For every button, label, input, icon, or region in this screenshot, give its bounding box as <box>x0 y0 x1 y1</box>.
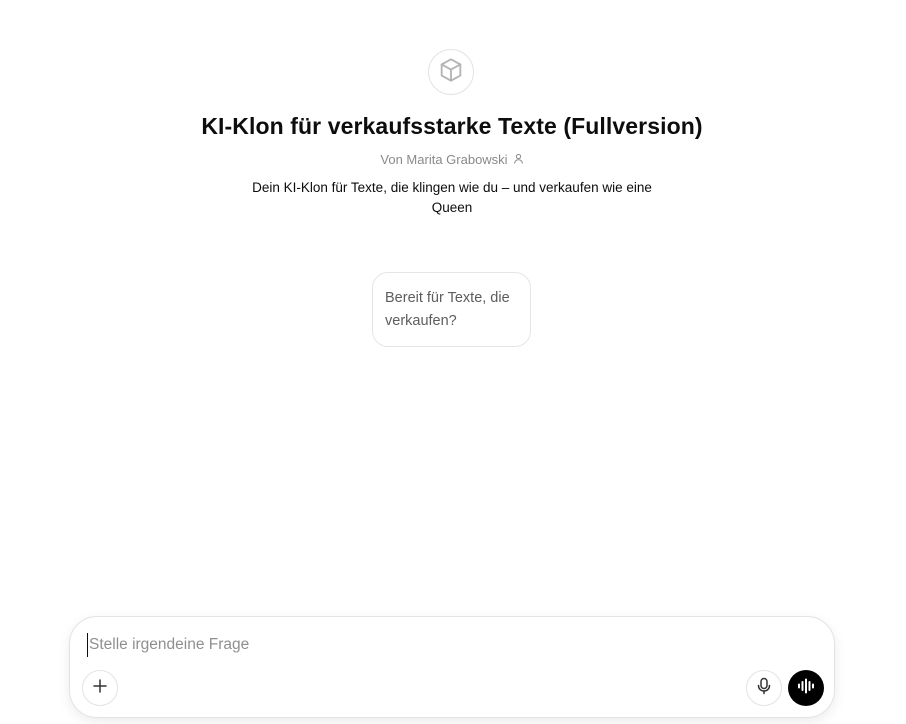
microphone-icon <box>756 677 772 700</box>
gpt-description: Dein KI-Klon für Texte, die klingen wie … <box>252 180 652 215</box>
conversation-starter[interactable]: Bereit für Texte, die verkaufen? <box>372 272 531 347</box>
add-attachment-button[interactable] <box>82 670 118 706</box>
voice-wave-icon <box>797 678 815 699</box>
voice-mode-button[interactable] <box>788 670 824 706</box>
dictate-button[interactable] <box>746 670 782 706</box>
gpt-author: Von Marita Grabowski <box>0 152 904 167</box>
gpt-page: KI-Klon für verkaufsstarke Texte (Fullve… <box>0 0 906 724</box>
person-icon <box>513 152 524 167</box>
plus-icon <box>92 678 108 699</box>
chat-composer <box>69 616 835 718</box>
chat-input[interactable] <box>87 633 729 657</box>
gpt-avatar <box>428 49 474 95</box>
gpt-title: KI-Klon für verkaufsstarke Texte (Fullve… <box>201 113 703 139</box>
cube-icon <box>437 56 465 89</box>
author-label: Von Marita Grabowski <box>380 152 508 167</box>
